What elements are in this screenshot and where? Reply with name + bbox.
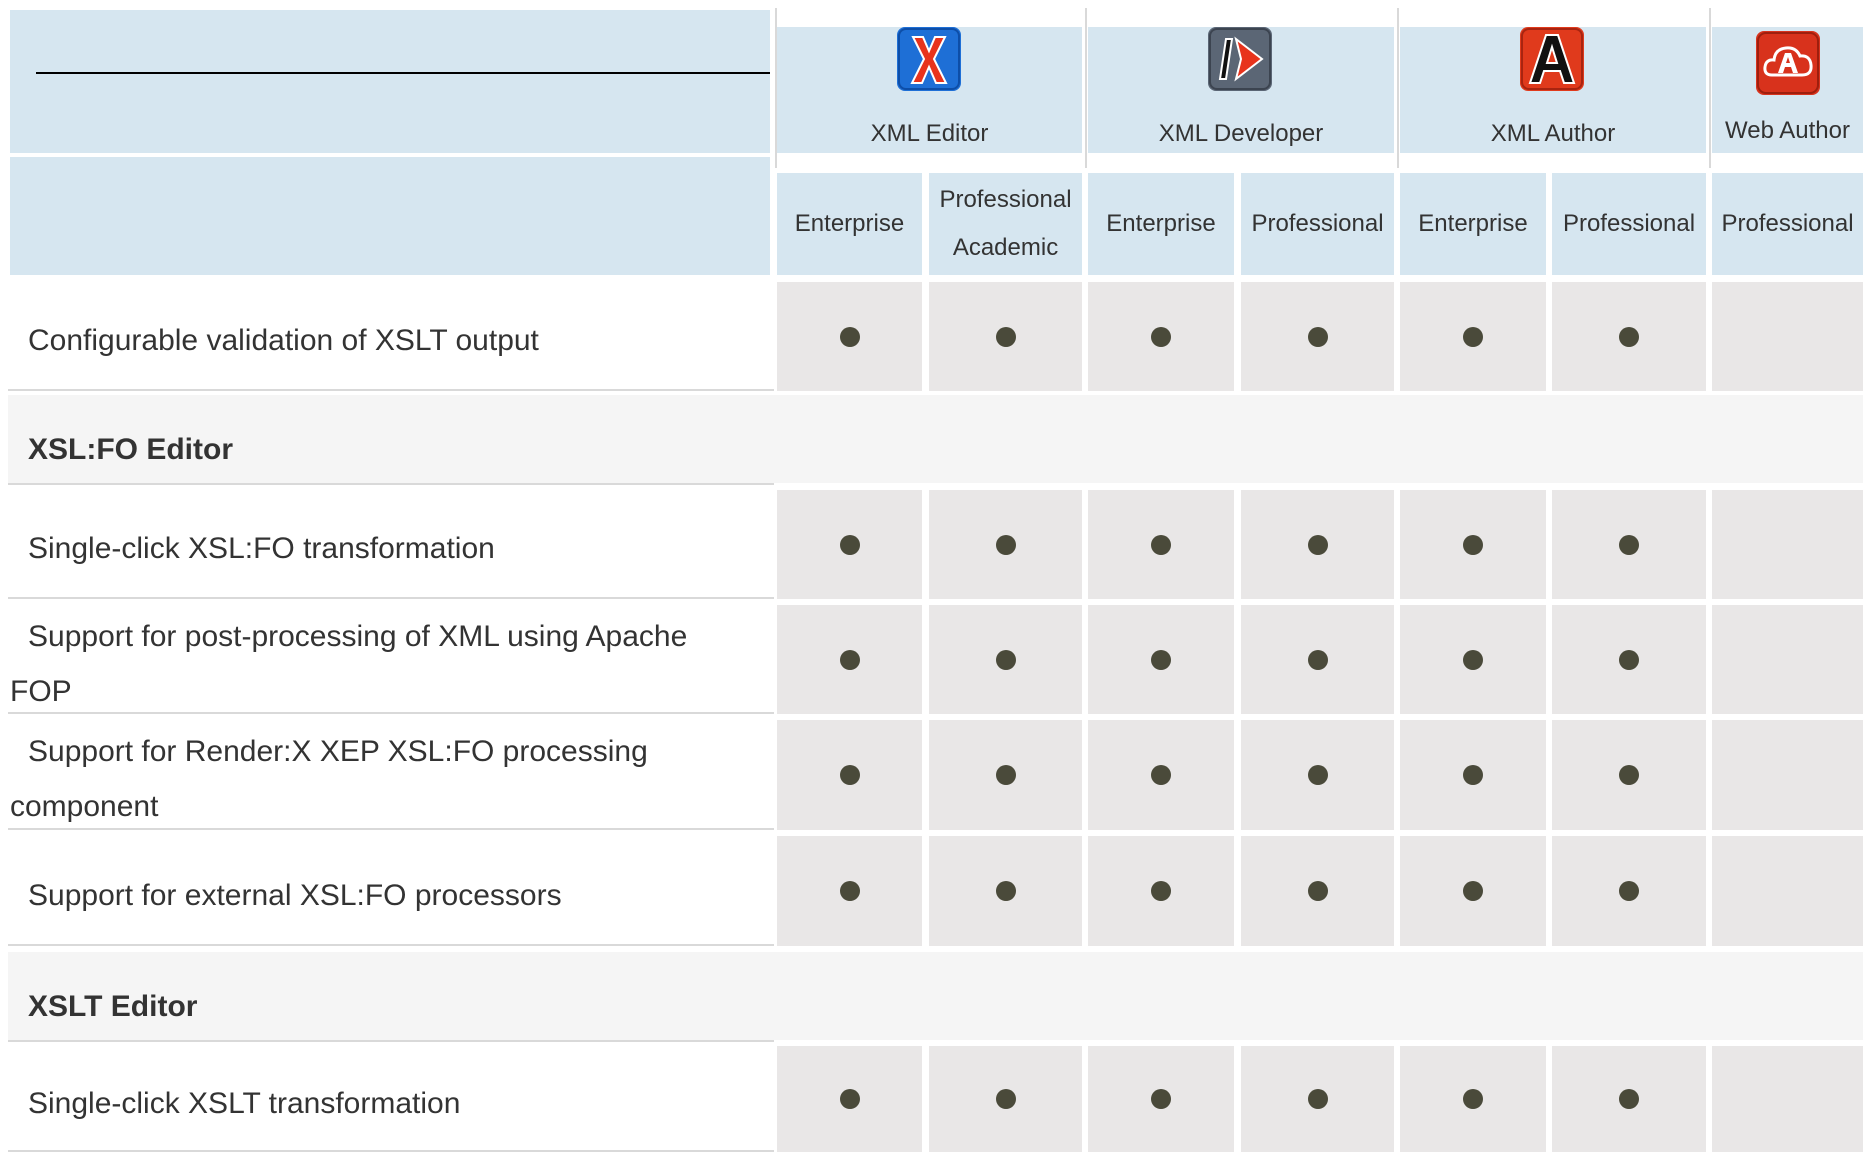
supported-dot-icon — [840, 765, 860, 785]
edition-label: Professional Academic — [939, 186, 1072, 261]
feature-label: Single-click XSLT transformation — [28, 1087, 461, 1120]
header-blank-top — [10, 10, 770, 153]
supported-dot-icon — [996, 1089, 1016, 1109]
product-name-xml-developer: XML Developer — [1158, 120, 1324, 147]
support-cell — [1712, 282, 1863, 391]
edition-label: Professional — [1721, 210, 1854, 237]
supported-dot-icon — [996, 765, 1016, 785]
supported-dot-icon — [840, 327, 860, 347]
support-cell — [1712, 605, 1863, 714]
supported-dot-icon — [1619, 765, 1639, 785]
supported-dot-icon — [1151, 1089, 1171, 1109]
supported-dot-icon — [1308, 327, 1328, 347]
row-divider — [8, 597, 774, 599]
supported-dot-icon — [1619, 327, 1639, 347]
section-title: XSLT Editor — [28, 990, 198, 1023]
supported-dot-icon — [1308, 535, 1328, 555]
supported-dot-icon — [1308, 650, 1328, 670]
xml-developer-icon — [1208, 27, 1272, 91]
supported-dot-icon — [840, 1089, 860, 1109]
column-separator — [1085, 8, 1087, 168]
product-name-xml-editor: XML Editor — [870, 120, 989, 147]
supported-dot-icon — [1619, 650, 1639, 670]
product-name-xml-author: XML Author — [1490, 120, 1616, 147]
supported-dot-icon — [1151, 765, 1171, 785]
supported-dot-icon — [840, 650, 860, 670]
edition-label: Enterprise — [1418, 210, 1528, 237]
supported-dot-icon — [1308, 881, 1328, 901]
supported-dot-icon — [1308, 765, 1328, 785]
row-divider — [8, 944, 774, 946]
supported-dot-icon — [1463, 765, 1483, 785]
edition-label: Professional — [1562, 210, 1696, 237]
edition-label: Enterprise — [1106, 210, 1216, 237]
supported-dot-icon — [1619, 1089, 1639, 1109]
support-cell — [1712, 720, 1863, 830]
row-divider — [8, 1040, 774, 1042]
supported-dot-icon — [840, 881, 860, 901]
web-author-icon — [1756, 31, 1820, 95]
supported-dot-icon — [840, 535, 860, 555]
supported-dot-icon — [1151, 535, 1171, 555]
supported-dot-icon — [1151, 650, 1171, 670]
row-divider — [8, 483, 774, 485]
supported-dot-icon — [996, 650, 1016, 670]
feature-label: Support for post-processing of XML using… — [10, 620, 688, 708]
supported-dot-icon — [1463, 535, 1483, 555]
supported-dot-icon — [1463, 327, 1483, 347]
header-divider-line — [36, 72, 770, 74]
supported-dot-icon — [996, 881, 1016, 901]
supported-dot-icon — [996, 327, 1016, 347]
supported-dot-icon — [1619, 535, 1639, 555]
header-blank-bottom — [10, 157, 770, 275]
product-name-web-author: Web Author — [1725, 117, 1850, 144]
feature-label: Configurable validation of XSLT output — [28, 324, 539, 357]
supported-dot-icon — [1308, 1089, 1328, 1109]
column-separator — [1709, 8, 1711, 168]
feature-label: Support for external XSL:FO processors — [28, 879, 562, 912]
supported-dot-icon — [1151, 881, 1171, 901]
row-divider — [8, 389, 774, 391]
xml-editor-icon — [897, 27, 961, 91]
support-cell — [1712, 836, 1863, 946]
supported-dot-icon — [1619, 881, 1639, 901]
edition-label: Enterprise — [794, 210, 905, 237]
section-title: XSL:FO Editor — [28, 433, 233, 466]
supported-dot-icon — [1151, 327, 1171, 347]
support-cell — [1712, 1046, 1863, 1152]
support-cell — [1712, 490, 1863, 599]
supported-dot-icon — [1463, 1089, 1483, 1109]
section-header-row — [8, 395, 1863, 483]
supported-dot-icon — [996, 535, 1016, 555]
feature-label: Single-click XSL:FO transformation — [28, 532, 495, 565]
section-header-row — [8, 952, 1863, 1040]
column-separator — [1397, 8, 1399, 168]
supported-dot-icon — [1463, 650, 1483, 670]
supported-dot-icon — [1463, 881, 1483, 901]
feature-label: Support for Render:X XEP XSL:FO processi… — [10, 735, 648, 823]
row-divider — [8, 712, 774, 714]
row-divider — [8, 828, 774, 830]
edition-label: Professional — [1251, 210, 1384, 237]
xml-author-icon — [1520, 27, 1584, 91]
column-separator — [775, 8, 777, 168]
